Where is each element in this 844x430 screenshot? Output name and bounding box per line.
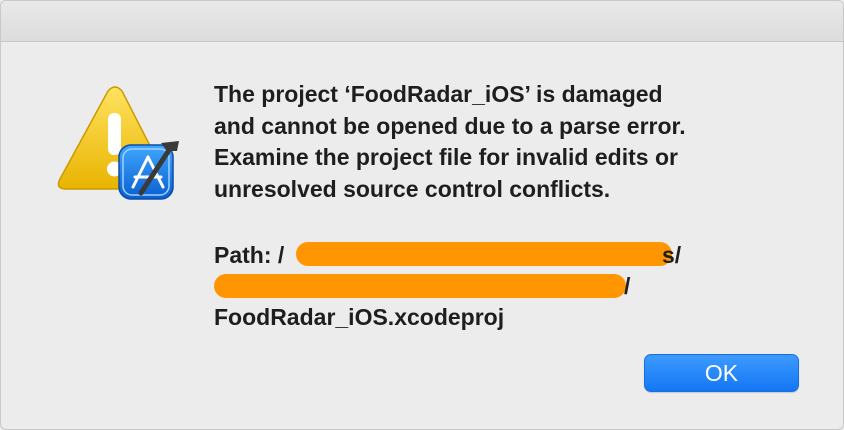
- path-label: Path:: [214, 242, 272, 268]
- path-line-2: /: [214, 271, 814, 302]
- xcode-badge-icon: [118, 141, 179, 200]
- path-start: /: [277, 242, 285, 268]
- path-line-2-end: /: [624, 273, 631, 299]
- alert-dialog: The project ‘FoodRadar_iOS’ is damaged a…: [0, 0, 844, 430]
- path-line-1: Path: / s/: [214, 240, 814, 271]
- warning-icon: [53, 85, 185, 205]
- path-line-1-end: s/: [662, 242, 682, 268]
- ok-button[interactable]: OK: [644, 354, 799, 392]
- path-text: Path: / s/ / FoodRadar_iOS.xcodeproj: [214, 240, 814, 333]
- path-filename: FoodRadar_iOS.xcodeproj: [214, 304, 505, 330]
- redaction-bar: [296, 242, 672, 266]
- redaction-bar: [214, 274, 626, 298]
- alert-message: The project ‘FoodRadar_iOS’ is damaged a…: [214, 81, 686, 202]
- title-bar: [1, 1, 843, 42]
